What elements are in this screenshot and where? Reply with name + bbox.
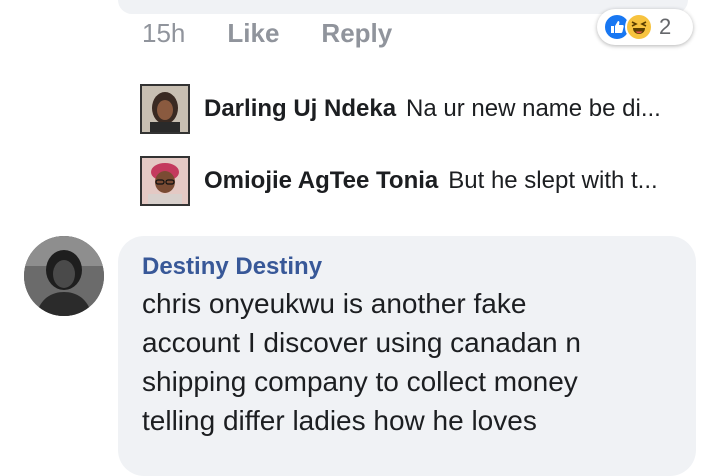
reply-author-name[interactable]: Omiojie AgTee Tonia bbox=[204, 167, 438, 195]
haha-icon bbox=[625, 13, 653, 41]
comment-timestamp[interactable]: 15h bbox=[142, 18, 185, 49]
like-link[interactable]: Like bbox=[227, 18, 279, 49]
reply-author-name[interactable]: Darling Uj Ndeka bbox=[204, 95, 396, 123]
reply-link[interactable]: Reply bbox=[321, 18, 392, 49]
comment-text: chris onyeukwu is another fake account I… bbox=[142, 288, 581, 436]
comment-bubble: Destiny Destiny chris onyeukwu is anothe… bbox=[118, 236, 696, 476]
avatar[interactable] bbox=[24, 236, 104, 316]
avatar[interactable] bbox=[140, 156, 190, 206]
reaction-summary[interactable]: 2 bbox=[597, 9, 693, 45]
reaction-count: 2 bbox=[659, 14, 672, 39]
reply-preview[interactable]: Omiojie AgTee Tonia But he slept with t.… bbox=[140, 156, 658, 206]
previous-comment-bubble bbox=[118, 0, 688, 14]
comment-actions: 15h Like Reply bbox=[142, 18, 392, 49]
reply-text: But he slept with t... bbox=[448, 167, 658, 194]
avatar[interactable] bbox=[140, 84, 190, 134]
reply-text: Na ur new name be di... bbox=[406, 95, 661, 122]
comment-author-name[interactable]: Destiny Destiny bbox=[142, 252, 672, 282]
reply-preview[interactable]: Darling Uj Ndeka Na ur new name be di... bbox=[140, 84, 661, 134]
